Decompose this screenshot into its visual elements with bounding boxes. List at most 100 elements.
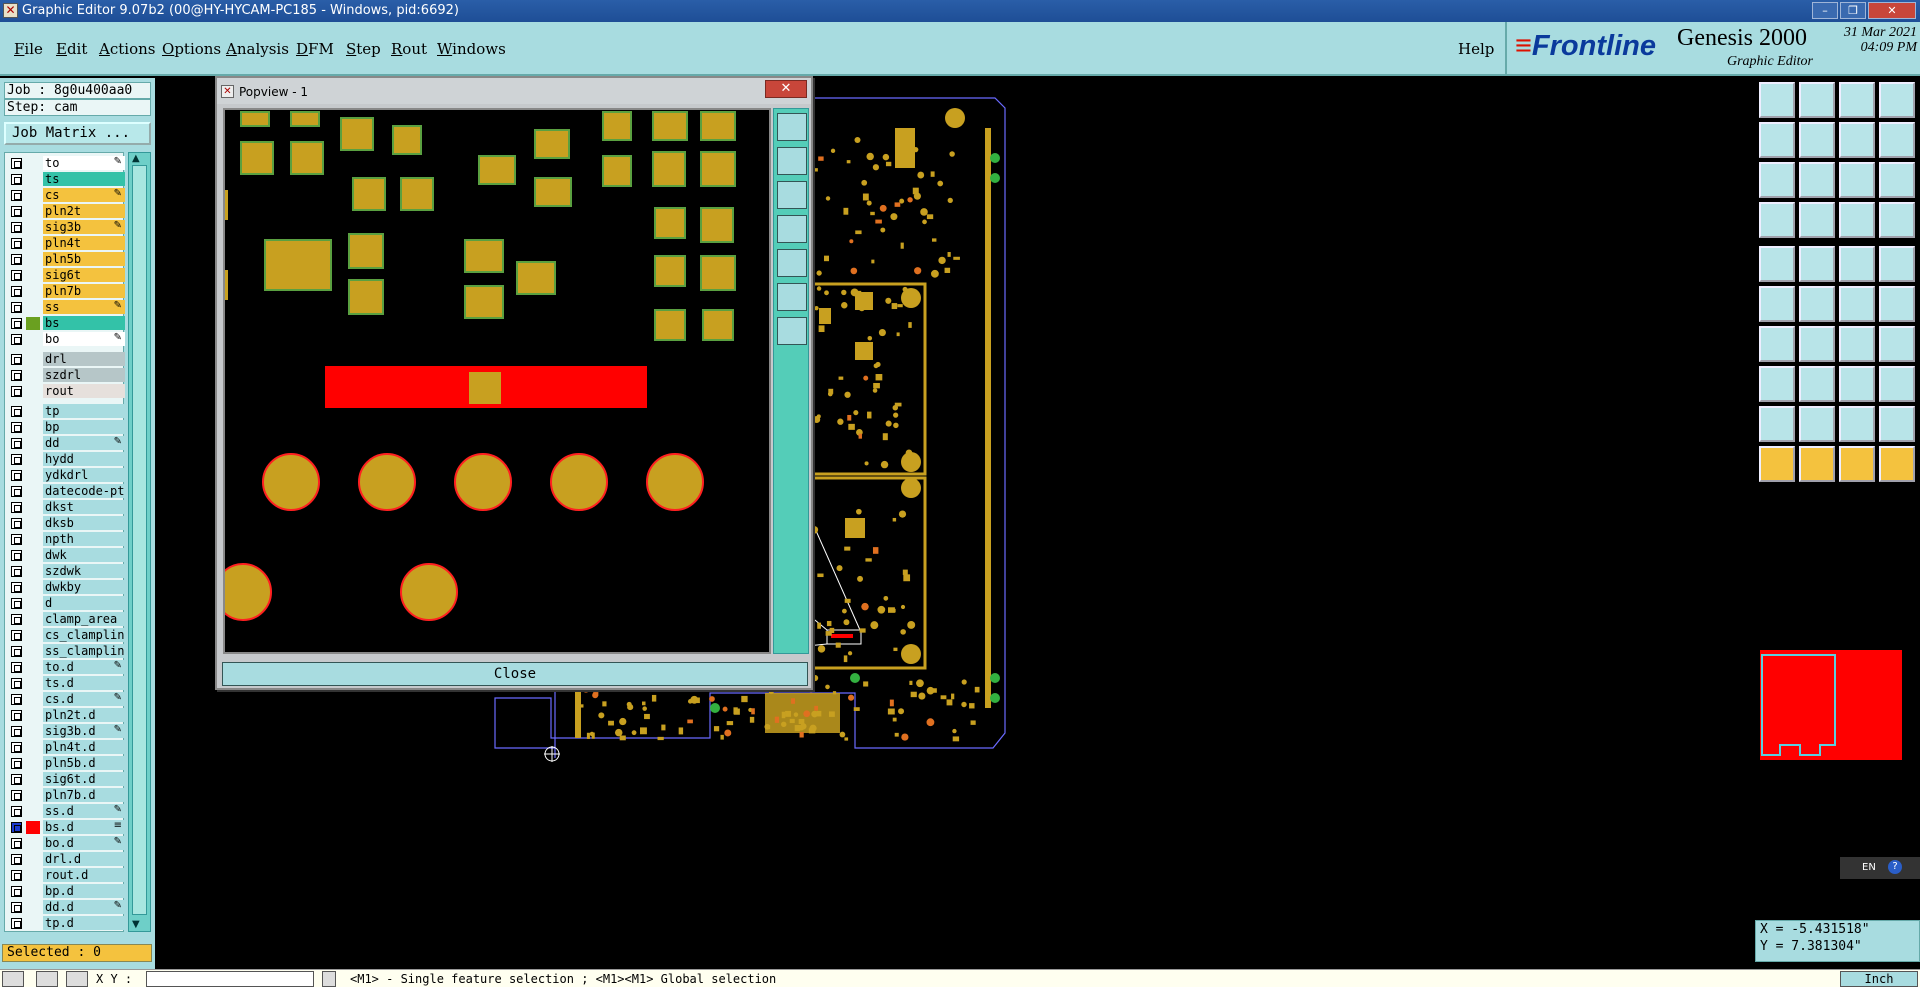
open-job-icon[interactable] <box>1759 82 1795 118</box>
layer-row[interactable]: pln4t.d <box>5 739 125 754</box>
layer-row[interactable]: szdrl <box>5 367 125 382</box>
layer-checkbox[interactable] <box>11 662 22 673</box>
add-line-icon[interactable] <box>1799 246 1835 282</box>
layer-checkbox[interactable] <box>11 354 22 365</box>
layer-color-swatch[interactable] <box>26 821 40 834</box>
layer-color-swatch[interactable] <box>26 837 40 850</box>
layer-checkbox[interactable] <box>11 822 22 833</box>
popview-drawing[interactable] <box>225 110 771 654</box>
layer-checkbox[interactable] <box>11 222 22 233</box>
layer-color-swatch[interactable] <box>26 353 40 366</box>
query-icon[interactable] <box>1879 162 1915 198</box>
layer-row[interactable]: ts.d <box>5 675 125 690</box>
select-icon[interactable] <box>1799 446 1835 482</box>
menu-file[interactable]: File <box>14 40 43 58</box>
layer-checkbox[interactable] <box>11 710 22 721</box>
layer-affected-icon[interactable]: ✎ <box>114 188 122 199</box>
layer-row[interactable]: pln5b <box>5 251 125 266</box>
layer-affected-icon[interactable]: ✎ <box>114 804 122 815</box>
delete-icon[interactable] <box>1799 286 1835 322</box>
pick-icon[interactable] <box>1839 446 1875 482</box>
layer-row[interactable]: to.d ✎ <box>5 659 125 674</box>
layer-name[interactable]: hydd <box>43 452 125 466</box>
menu-rout[interactable]: Rout <box>391 40 427 58</box>
layer-name[interactable]: pln5b.d <box>43 756 125 770</box>
resize-icon[interactable] <box>1839 366 1875 402</box>
layer-affected-icon[interactable]: ✎ <box>114 660 122 671</box>
add-pad-icon[interactable] <box>1759 246 1795 282</box>
layer-row[interactable]: to ✎ <box>5 155 125 170</box>
save-icon[interactable] <box>1799 82 1835 118</box>
scale-icon[interactable] <box>1839 162 1875 198</box>
layer-affected-icon[interactable]: ≡ <box>114 820 122 831</box>
layer-checkbox[interactable] <box>11 502 22 513</box>
layer-color-swatch[interactable] <box>26 741 40 754</box>
pan-right-icon[interactable] <box>777 249 807 277</box>
layer-checkbox[interactable] <box>11 854 22 865</box>
layer-name[interactable]: npth <box>43 532 125 546</box>
layer-name[interactable]: pln5b <box>43 252 125 266</box>
zoom-in-icon[interactable] <box>777 147 807 175</box>
layer-color-swatch[interactable] <box>26 285 40 298</box>
layer-checkbox[interactable] <box>11 918 22 929</box>
layer-name[interactable]: pln4t <box>43 236 125 250</box>
xy-input[interactable] <box>146 971 314 987</box>
circle-icon[interactable] <box>1879 246 1915 282</box>
layer-color-swatch[interactable] <box>26 253 40 266</box>
arc-icon[interactable] <box>1839 326 1875 362</box>
next-step-icon[interactable] <box>1799 122 1835 158</box>
help-icon[interactable] <box>1879 122 1915 158</box>
layer-checkbox[interactable] <box>11 174 22 185</box>
layer-checkbox[interactable] <box>11 318 22 329</box>
layer-row[interactable]: pln5b.d <box>5 755 125 770</box>
layer-affected-icon[interactable]: ✎ <box>114 220 122 231</box>
layer-affected-icon[interactable]: ✎ <box>114 156 122 167</box>
window-split-icon[interactable] <box>1879 82 1915 118</box>
layer-checkbox[interactable] <box>11 694 22 705</box>
layer-name[interactable]: bs <box>43 316 125 330</box>
line-icon[interactable] <box>1759 326 1795 362</box>
layer-name[interactable]: dwk <box>43 548 125 562</box>
layer-checkbox[interactable] <box>11 614 22 625</box>
layer-checkbox[interactable] <box>11 438 22 449</box>
ramp-icon[interactable] <box>1799 406 1835 442</box>
layer-color-swatch[interactable] <box>26 917 40 930</box>
layer-color-swatch[interactable] <box>26 549 40 562</box>
pointer-icon[interactable] <box>1759 446 1795 482</box>
scroll-up-arrow-icon[interactable]: ▲ <box>132 153 147 165</box>
layer-checkbox[interactable] <box>11 518 22 529</box>
grid-icon[interactable] <box>66 971 88 987</box>
layer-color-swatch[interactable] <box>26 421 40 434</box>
menu-edit[interactable]: Edit <box>56 40 87 58</box>
cross-icon[interactable] <box>36 971 58 987</box>
layer-checkbox[interactable] <box>11 726 22 737</box>
layer-row[interactable]: hydd <box>5 451 125 466</box>
layer-color-swatch[interactable] <box>26 405 40 418</box>
layer-name[interactable]: d <box>43 596 125 610</box>
layer-name[interactable]: sig6t <box>43 268 125 282</box>
layer-checkbox[interactable] <box>11 902 22 913</box>
layer-checkbox[interactable] <box>11 286 22 297</box>
layer-affected-icon[interactable]: ✎ <box>114 900 122 911</box>
layer-color-swatch[interactable] <box>26 485 40 498</box>
layer-color-swatch[interactable] <box>26 661 40 674</box>
layer-color-swatch[interactable] <box>26 805 40 818</box>
popview-canvas[interactable] <box>223 108 771 654</box>
layer-checkbox[interactable] <box>11 566 22 577</box>
layer-color-swatch[interactable] <box>26 853 40 866</box>
layer-color-swatch[interactable] <box>26 581 40 594</box>
layer-color-swatch[interactable] <box>26 385 40 398</box>
layer-name[interactable]: clamp_area <box>43 612 125 626</box>
layer-name[interactable]: pln2t.d <box>43 708 125 722</box>
layer-row[interactable]: ss.d ✎ <box>5 803 125 818</box>
layer-row[interactable]: drl.d <box>5 851 125 866</box>
connect-icon[interactable] <box>1839 286 1875 322</box>
layer-row[interactable]: pln4t <box>5 235 125 250</box>
layer-color-swatch[interactable] <box>26 565 40 578</box>
layer-color-swatch[interactable] <box>26 693 40 706</box>
layer-name[interactable]: drl.d <box>43 852 125 866</box>
layer-color-swatch[interactable] <box>26 629 40 642</box>
layer-checkbox[interactable] <box>11 646 22 657</box>
layer-color-swatch[interactable] <box>26 369 40 382</box>
layer-row[interactable]: bs.d ≡ <box>5 819 125 834</box>
